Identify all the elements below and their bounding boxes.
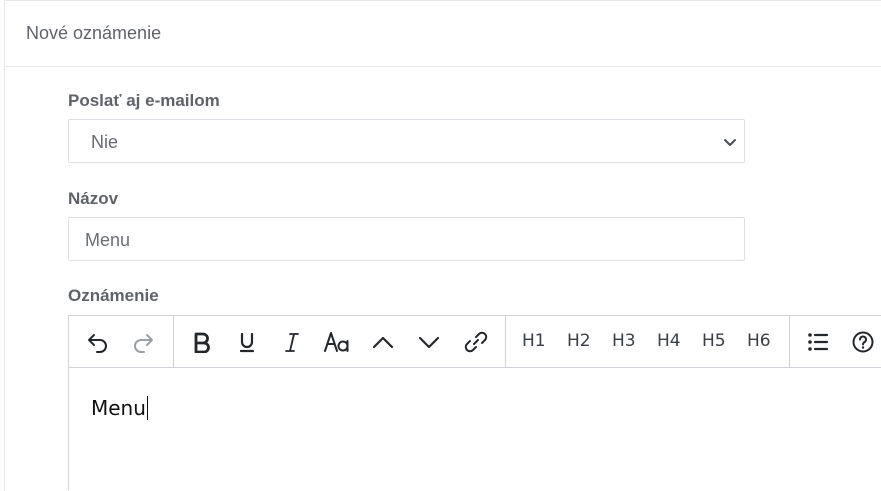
announcement-label: Oznámenie — [68, 286, 159, 305]
link-icon[interactable] — [462, 328, 490, 356]
heading-3-button[interactable]: H3 — [612, 331, 636, 351]
name-input-value: Menu — [85, 230, 131, 250]
undo-icon[interactable] — [84, 328, 112, 356]
email-label: Poslať aj e-mailom — [68, 91, 220, 110]
text-cursor — [146, 396, 148, 420]
name-label: Názov — [68, 189, 119, 208]
email-select-value: Nie — [91, 132, 119, 152]
underline-icon[interactable] — [233, 328, 261, 356]
card-header: Nové oznámenie — [5, 1, 881, 67]
bold-icon[interactable] — [188, 328, 216, 356]
bullet-list-icon[interactable] — [804, 328, 832, 356]
toolbar-divider — [173, 316, 174, 368]
chevron-down-icon — [724, 139, 736, 146]
redo-icon[interactable] — [129, 328, 157, 356]
heading-2-button[interactable]: H2 — [567, 331, 591, 351]
card-title: Nové oznámenie — [26, 23, 162, 43]
heading-4-button[interactable]: H4 — [657, 331, 681, 351]
help-icon[interactable] — [849, 328, 877, 356]
rich-text-editor[interactable]: H1 H2 H3 H4 H5 H6 Menu — [68, 315, 881, 490]
heading-5-button[interactable]: H5 — [702, 331, 726, 351]
editor-toolbar: H1 H2 H3 H4 H5 H6 — [69, 316, 881, 368]
toolbar-divider — [505, 316, 506, 368]
toolbar-divider — [789, 316, 790, 368]
email-select[interactable]: Nie — [68, 119, 745, 163]
font-size-icon[interactable] — [323, 328, 351, 356]
editor-content-text: Menu — [91, 396, 146, 420]
heading-1-button[interactable]: H1 — [522, 331, 546, 351]
heading-6-button[interactable]: H6 — [747, 331, 771, 351]
caret-up-icon[interactable] — [369, 328, 397, 356]
caret-down-icon[interactable] — [415, 328, 443, 356]
editor-content[interactable]: Menu — [91, 396, 148, 420]
italic-icon[interactable] — [278, 328, 306, 356]
name-input[interactable]: Menu — [68, 217, 745, 261]
